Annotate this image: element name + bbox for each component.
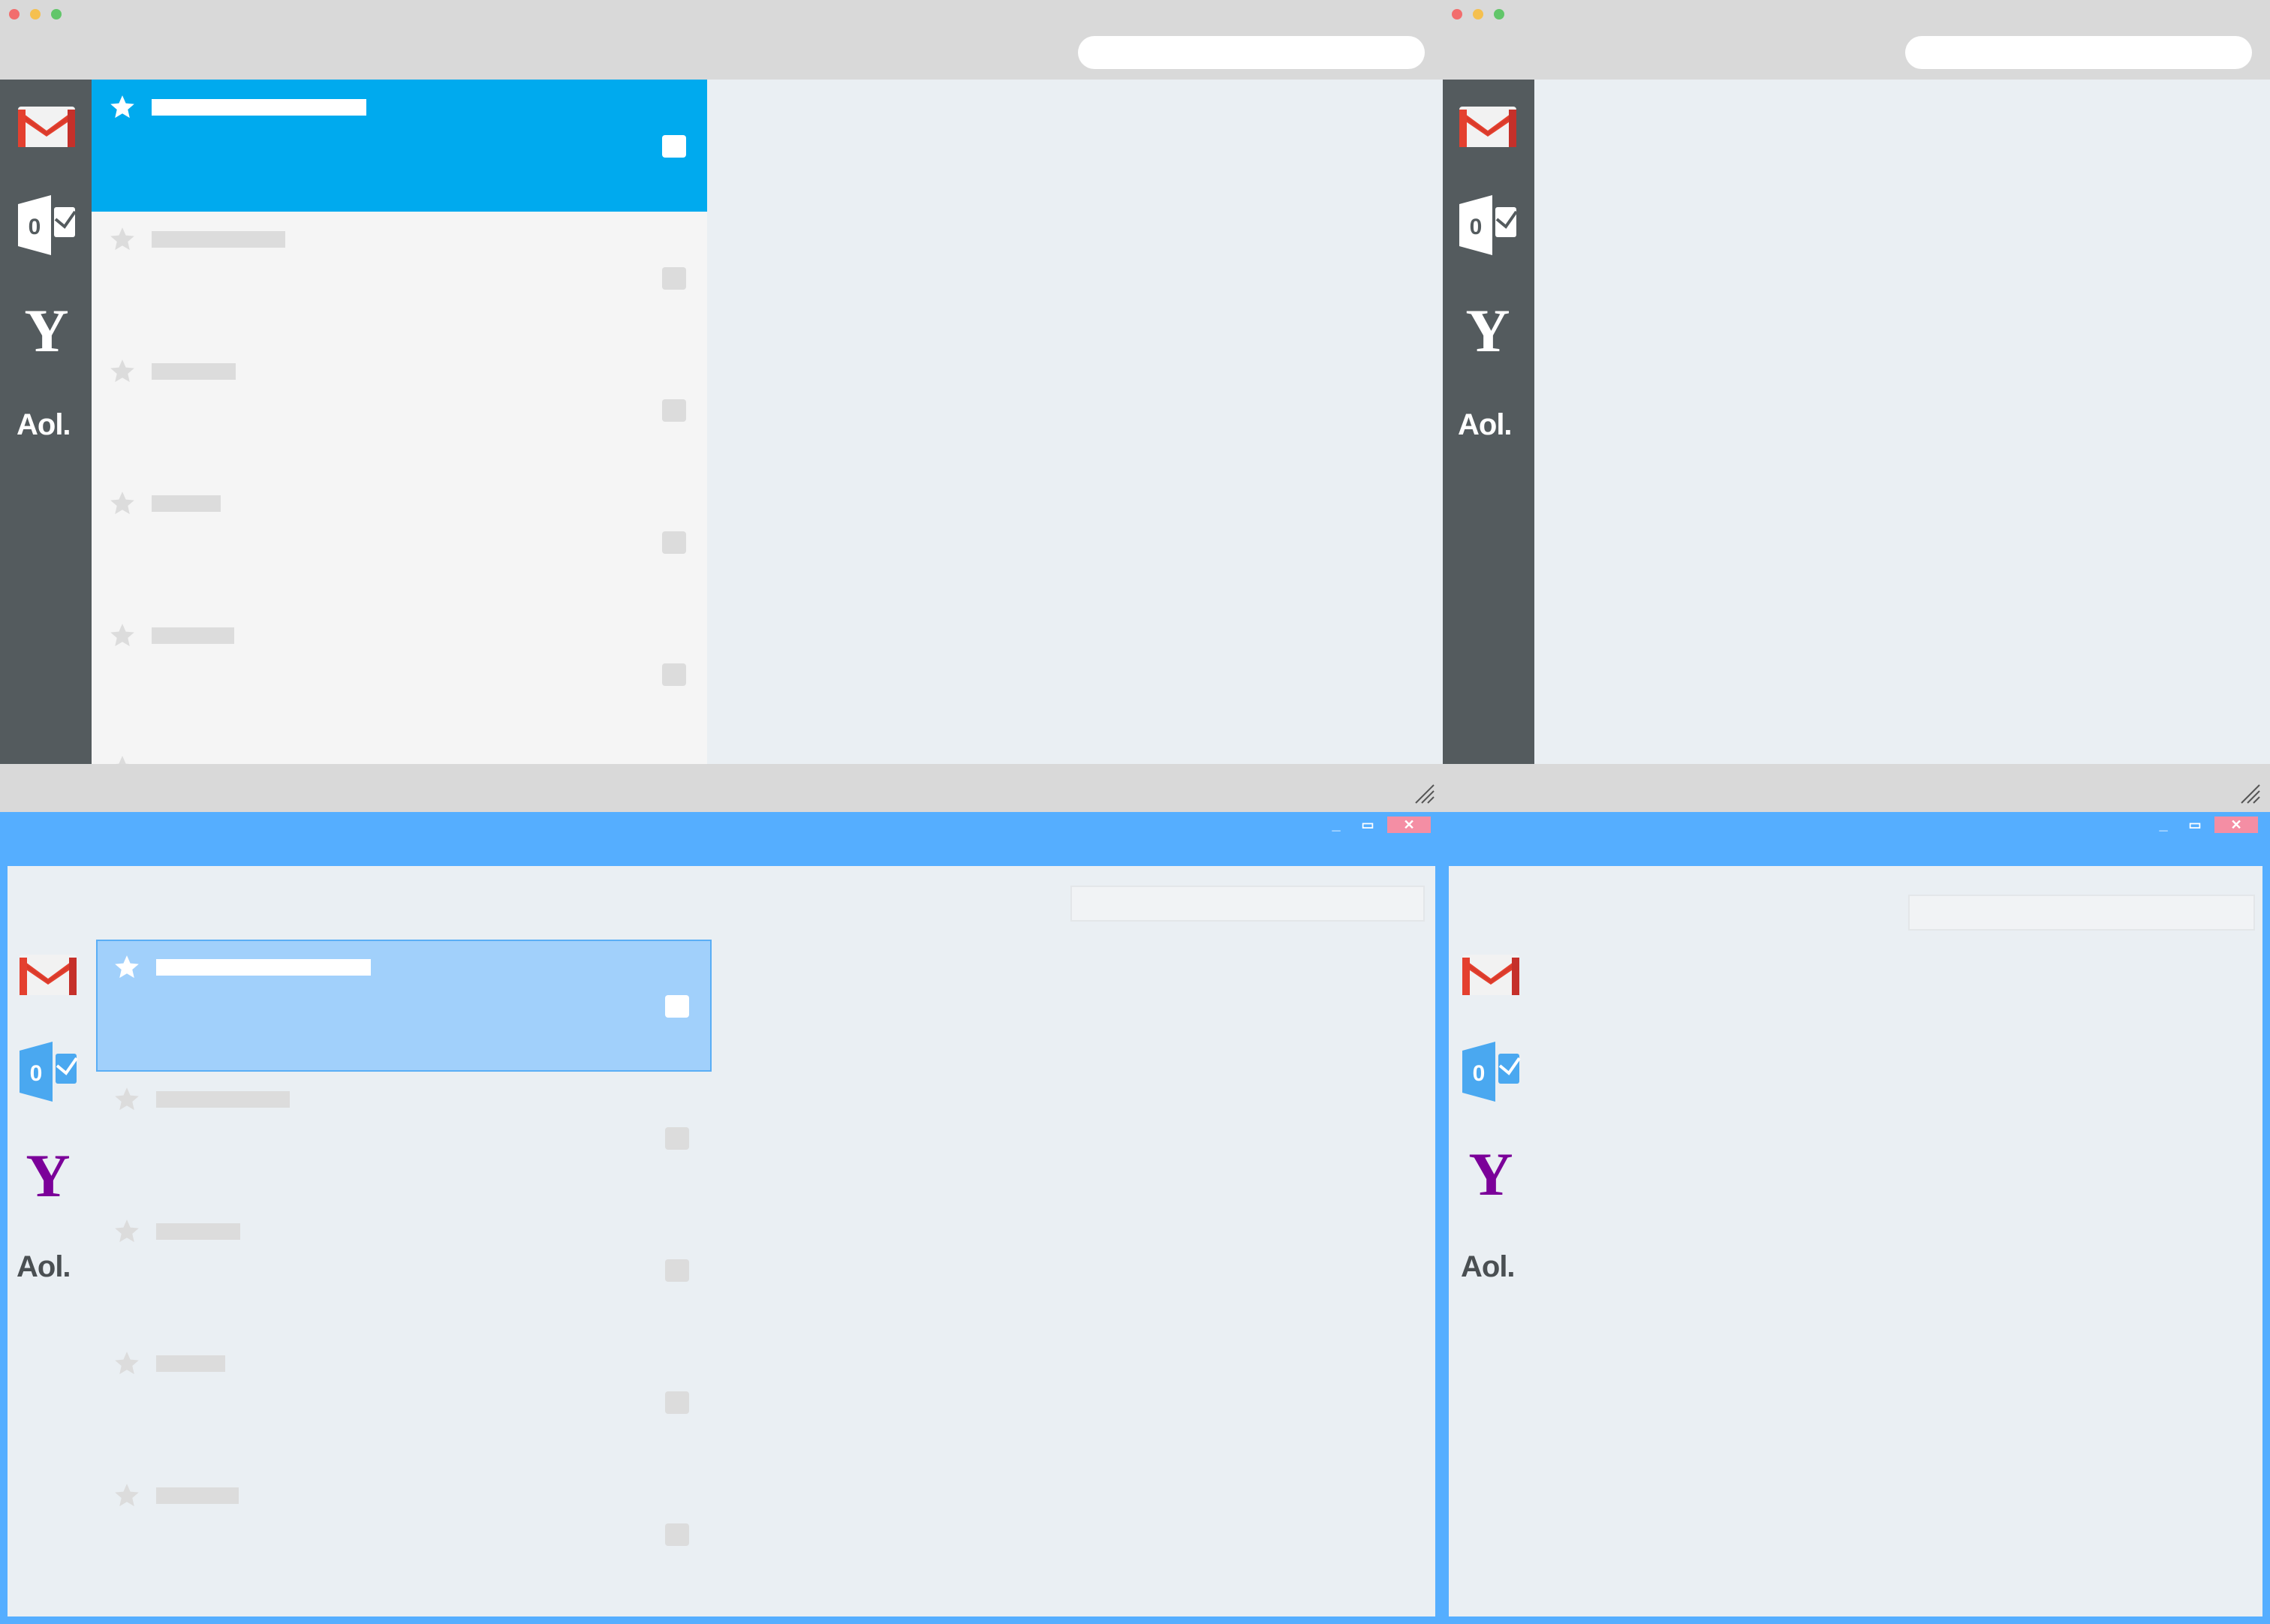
message-checkbox[interactable]: [662, 135, 686, 158]
message-row[interactable]: [96, 1204, 712, 1336]
star-icon[interactable]: [108, 357, 137, 386]
svg-text:Y: Y: [24, 297, 68, 360]
windows-window-list: _ ▭ ✕ 0 Y Aol.: [0, 812, 1443, 1624]
minimize-traffic-light[interactable]: [1473, 9, 1483, 20]
message-subject-placeholder: [152, 363, 236, 380]
reading-pane: [1534, 80, 2270, 764]
star-icon[interactable]: [108, 225, 137, 254]
star-icon[interactable]: [113, 1349, 141, 1378]
message-subject-placeholder: [156, 959, 371, 976]
svg-text:Y: Y: [1468, 1141, 1513, 1204]
star-icon[interactable]: [113, 1085, 141, 1114]
message-row[interactable]: [92, 608, 707, 740]
svg-text:0: 0: [1470, 215, 1483, 239]
outlook-icon[interactable]: 0: [17, 1040, 80, 1103]
mac-titlebar: [0, 0, 1443, 80]
aol-logo[interactable]: Aol.: [1458, 408, 1513, 442]
star-icon[interactable]: [113, 953, 141, 982]
message-checkbox[interactable]: [665, 1391, 689, 1414]
account-sidebar: 0 Y Aol.: [1443, 80, 1534, 764]
windows-window-compact: _ ▭ ✕ 0 Y Aol.: [1443, 812, 2270, 1624]
close-button[interactable]: ✕: [2214, 817, 2258, 833]
message-row[interactable]: [92, 344, 707, 476]
svg-text:0: 0: [29, 215, 41, 239]
close-button[interactable]: ✕: [1387, 817, 1431, 833]
account-sidebar: 0 Y Aol.: [0, 80, 92, 764]
message-row[interactable]: [96, 1468, 712, 1600]
reading-pane: [707, 80, 1443, 764]
message-row[interactable]: [92, 740, 707, 764]
star-icon[interactable]: [108, 489, 137, 518]
message-row[interactable]: [92, 212, 707, 344]
aol-logo[interactable]: Aol.: [1461, 1250, 1516, 1284]
search-input[interactable]: [1070, 886, 1425, 922]
aol-logo[interactable]: Aol.: [17, 1250, 71, 1284]
star-icon[interactable]: [108, 93, 137, 122]
star-icon[interactable]: [113, 1481, 141, 1510]
message-row[interactable]: [96, 1336, 712, 1468]
message-subject-placeholder: [156, 1091, 290, 1108]
gmail-icon[interactable]: [15, 95, 78, 158]
search-input[interactable]: [1078, 36, 1425, 69]
svg-text:0: 0: [30, 1061, 43, 1086]
maximize-button[interactable]: ▭: [2184, 817, 2205, 833]
search-input[interactable]: [1905, 36, 2252, 69]
mac-titlebar: [1443, 0, 2270, 80]
message-subject-placeholder: [152, 495, 221, 512]
star-icon[interactable]: [113, 1217, 141, 1246]
gmail-icon[interactable]: [1459, 943, 1522, 1006]
message-checkbox[interactable]: [665, 1259, 689, 1282]
aol-logo[interactable]: Aol.: [17, 408, 71, 442]
close-traffic-light[interactable]: [9, 9, 20, 20]
message-checkbox[interactable]: [662, 531, 686, 554]
close-traffic-light[interactable]: [1452, 9, 1462, 20]
maximize-button[interactable]: ▭: [1357, 817, 1378, 833]
outlook-icon[interactable]: 0: [1456, 194, 1519, 257]
gmail-icon[interactable]: [17, 943, 80, 1006]
outlook-icon[interactable]: 0: [15, 194, 78, 257]
message-subject-placeholder: [156, 1355, 225, 1372]
gmail-icon[interactable]: [1456, 95, 1519, 158]
message-checkbox[interactable]: [662, 663, 686, 686]
message-row[interactable]: [96, 1072, 712, 1204]
mac-window-compact: 0 Y Aol.: [1443, 0, 2270, 810]
window-body: 0 Y Aol.: [8, 866, 1435, 1616]
message-checkbox[interactable]: [665, 1523, 689, 1546]
selected-message-row[interactable]: [96, 940, 712, 1072]
message-subject-placeholder: [156, 1223, 240, 1240]
resize-grip-icon[interactable]: [1413, 782, 1435, 804]
selected-message-row[interactable]: [92, 80, 707, 212]
message-row[interactable]: [92, 476, 707, 608]
message-checkbox[interactable]: [662, 399, 686, 422]
minimize-button[interactable]: _: [1326, 817, 1347, 833]
minimize-button[interactable]: _: [2153, 817, 2174, 833]
yahoo-icon[interactable]: Y: [15, 296, 78, 365]
svg-text:Y: Y: [26, 1142, 70, 1205]
message-checkbox[interactable]: [665, 1127, 689, 1150]
yahoo-icon[interactable]: Y: [1456, 296, 1519, 365]
message-subject-placeholder: [152, 627, 234, 644]
star-icon[interactable]: [108, 753, 137, 764]
outlook-icon[interactable]: 0: [1459, 1040, 1522, 1103]
zoom-traffic-light[interactable]: [51, 9, 62, 20]
message-checkbox[interactable]: [662, 267, 686, 290]
resize-grip-icon[interactable]: [2238, 782, 2261, 804]
message-subject-placeholder: [152, 231, 285, 248]
window-body: 0 Y Aol.: [1449, 866, 2262, 1616]
yahoo-icon[interactable]: Y: [1459, 1140, 1522, 1208]
star-icon[interactable]: [108, 621, 137, 650]
svg-text:Y: Y: [1465, 297, 1510, 360]
message-checkbox[interactable]: [665, 995, 689, 1018]
search-input[interactable]: [1908, 895, 2255, 931]
message-subject-placeholder: [152, 99, 366, 116]
message-list: [92, 80, 707, 764]
svg-text:0: 0: [1473, 1061, 1486, 1086]
mac-window-list: 0 Y Aol.: [0, 0, 1443, 810]
message-subject-placeholder: [156, 1487, 239, 1504]
minimize-traffic-light[interactable]: [30, 9, 41, 20]
zoom-traffic-light[interactable]: [1494, 9, 1504, 20]
yahoo-icon[interactable]: Y: [17, 1141, 80, 1210]
